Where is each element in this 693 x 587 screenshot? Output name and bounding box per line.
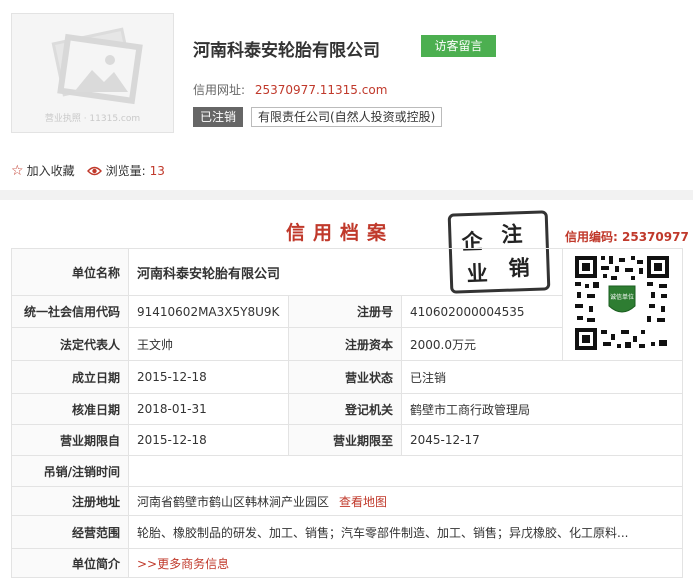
credit-code-value: 25370977: [622, 230, 689, 244]
authority-value: 鹤壁市工商行政管理局: [401, 393, 683, 425]
intro-label: 单位简介: [11, 548, 129, 578]
biz-status-label: 营业状态: [288, 360, 402, 394]
table-row: 单位简介 >>更多商务信息: [11, 548, 683, 578]
reg-no-label: 注册号: [288, 295, 402, 328]
scope-value: 轮胎、橡胶制品的研发、加工、销售；汽车零部件制造、加工、销售；异戊橡胶、化工原料…: [128, 515, 683, 549]
credit-code-label: 信用编码:: [565, 230, 618, 244]
table-row: 吊销/注销时间: [11, 455, 683, 487]
term-end-value: 2045-12-17: [401, 424, 683, 456]
approved-value: 2018-01-31: [128, 393, 289, 425]
term-start-label: 营业期限自: [11, 424, 129, 456]
status-badge: 已注销: [193, 107, 243, 127]
address-cell: 河南省鹤壁市鹤山区韩林涧产业园区 查看地图: [128, 486, 683, 516]
reg-no-value: 410602000004535: [401, 295, 563, 328]
stamp-char-1: 注: [500, 221, 523, 247]
scope-label: 经营范围: [11, 515, 129, 549]
action-row: ☆ 加入收藏 浏览量: 13: [11, 162, 165, 179]
legal-rep-value: 王文帅: [128, 327, 289, 361]
company-title: 河南科泰安轮胎有限公司: [193, 41, 380, 61]
credit-website-row: 信用网址: 25370977.11315.com: [193, 81, 387, 98]
authority-label: 登记机关: [288, 393, 402, 425]
eye-icon: [86, 166, 102, 176]
company-logo-placeholder: 营业执照 · 11315.com: [11, 13, 174, 133]
unit-name-label: 单位名称: [11, 248, 129, 296]
credit-website-label: 信用网址:: [193, 83, 246, 97]
table-row: 营业期限自 2015-12-18 营业期限至 2045-12-17: [11, 424, 683, 456]
credit-code: 信用编码: 25370977: [565, 228, 689, 245]
company-type-badge: 有限责任公司(自然人投资或控股): [251, 107, 443, 127]
term-start-value: 2015-12-18: [128, 424, 289, 456]
approved-label: 核准日期: [11, 393, 129, 425]
view-map-link[interactable]: 查看地图: [339, 495, 387, 509]
credit-website-link[interactable]: 25370977.11315.com: [255, 83, 388, 97]
star-icon[interactable]: ☆: [11, 163, 24, 179]
more-business-info-link[interactable]: >>更多商务信息: [137, 557, 229, 571]
guest-message-button[interactable]: 访客留言: [421, 35, 496, 57]
revoke-date-value: [128, 455, 683, 487]
add-favorite-link[interactable]: 加入收藏: [27, 162, 75, 179]
address-value: 河南省鹤壁市鹤山区韩林涧产业园区: [137, 494, 330, 509]
capital-value: 2000.0万元: [401, 327, 563, 361]
uscc-label: 统一社会信用代码: [11, 295, 129, 328]
qr-badge-text: 诚信单位: [610, 293, 634, 301]
uscc-value: 91410602MA3X5Y8U9K: [128, 295, 289, 328]
founded-label: 成立日期: [11, 360, 129, 394]
section-divider: [0, 190, 693, 200]
revoke-date-label: 吊销/注销时间: [11, 455, 129, 487]
table-row: 经营范围 轮胎、橡胶制品的研发、加工、销售；汽车零部件制造、加工、销售；异戊橡胶…: [11, 515, 683, 549]
capital-label: 注册资本: [288, 327, 402, 361]
table-row: 核准日期 2018-01-31 登记机关 鹤壁市工商行政管理局: [11, 393, 683, 425]
table-row: 注册地址 河南省鹤壁市鹤山区韩林涧产业园区 查看地图: [11, 486, 683, 516]
term-end-label: 营业期限至: [288, 424, 402, 456]
address-label: 注册地址: [11, 486, 129, 516]
qr-code-icon: 诚信单位: [573, 254, 671, 352]
legal-rep-label: 法定代表人: [11, 327, 129, 361]
unit-name-value: 河南科泰安轮胎有限公司: [128, 248, 563, 296]
biz-status-value: 已注销: [401, 360, 683, 394]
views-label: 浏览量:: [105, 164, 146, 178]
qr-code: 诚信单位: [573, 254, 671, 355]
views-count: 13: [149, 163, 165, 178]
logo-watermark-text: 营业执照 · 11315.com: [44, 114, 141, 124]
intro-cell: >>更多商务信息: [128, 548, 683, 578]
founded-value: 2015-12-18: [128, 360, 289, 394]
table-row: 成立日期 2015-12-18 营业状态 已注销: [11, 360, 683, 394]
